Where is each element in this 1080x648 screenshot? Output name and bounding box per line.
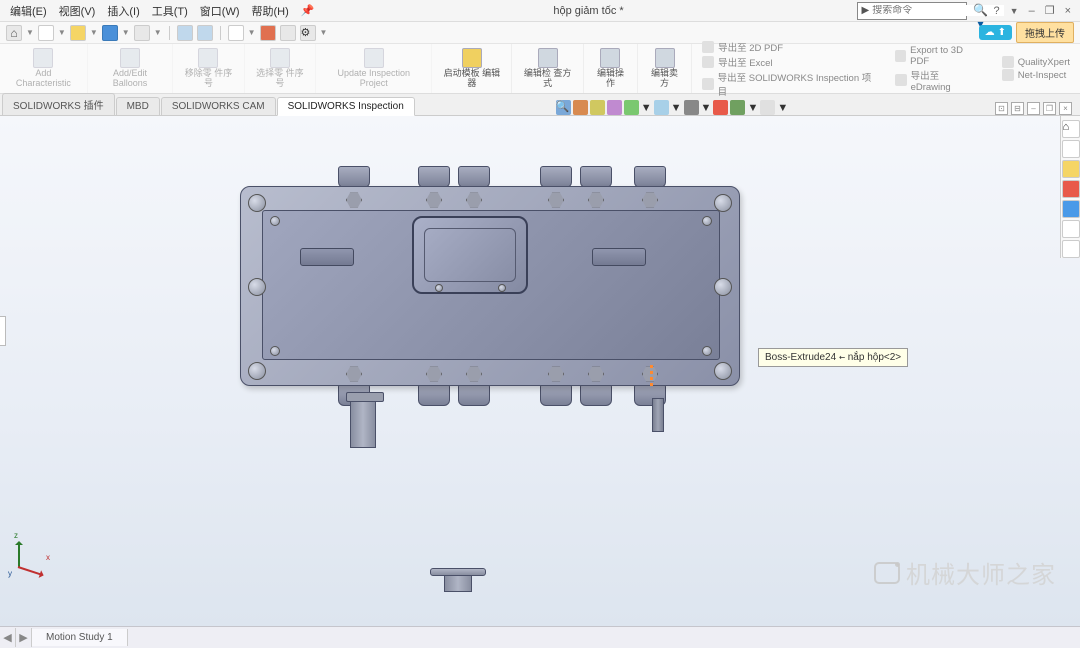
motion-next-icon[interactable]: ▶: [16, 628, 32, 647]
edit-operation-button[interactable]: 编辑操 作: [584, 44, 638, 93]
pane-close-icon[interactable]: ×: [1059, 102, 1072, 115]
section-view-icon[interactable]: [607, 100, 622, 115]
watermark: 机械大师之家: [874, 555, 1056, 590]
taskpane-resources-icon[interactable]: [1062, 140, 1080, 158]
menu-edit[interactable]: 编辑(E): [4, 1, 53, 21]
select-balloon-button: 选择零 件序号: [245, 44, 316, 93]
taskpane-library-icon[interactable]: [1062, 160, 1080, 178]
zoom-area-icon[interactable]: [573, 100, 588, 115]
export-swi: 导出至 SOLIDWORKS Inspection 项目: [702, 70, 875, 98]
menu-view[interactable]: 视图(V): [53, 1, 102, 21]
taskpane-part-icon[interactable]: [1062, 240, 1080, 258]
home-icon[interactable]: [6, 25, 22, 41]
upload-button[interactable]: 拖拽上传: [1016, 22, 1074, 43]
command-search[interactable]: ▶: [857, 2, 967, 20]
search-magnifier-icon[interactable]: 🔍▾: [973, 3, 989, 19]
render-icon[interactable]: [760, 100, 775, 115]
save-icon[interactable]: [102, 25, 118, 41]
axis-y-label: y: [8, 569, 12, 578]
model-gearbox[interactable]: [240, 166, 740, 426]
prev-view-icon[interactable]: [590, 100, 605, 115]
redo-icon[interactable]: [197, 25, 213, 41]
menu-bar: 编辑(E) 视图(V) 插入(I) 工具(T) 窗口(W) 帮助(H) 📌 hộ…: [0, 0, 1080, 22]
cloud-icon: ☁: [985, 27, 995, 38]
taskpane-home-icon[interactable]: ⌂: [1062, 120, 1080, 138]
undo-icon[interactable]: [177, 25, 193, 41]
feature-tree-flyout-handle[interactable]: [0, 316, 6, 346]
window-close[interactable]: ×: [1060, 5, 1076, 17]
export-column-1: 导出至 2D PDF 导出至 Excel 导出至 SOLIDWORKS Insp…: [692, 44, 885, 93]
scene-icon[interactable]: [730, 100, 745, 115]
menu-insert[interactable]: 插入(I): [101, 1, 145, 21]
tooltip-feature: Boss-Extrude24: [765, 352, 836, 363]
tooltip-component: nắp hộp<2>: [848, 352, 901, 363]
rebuild-icon[interactable]: [260, 25, 276, 41]
ribbon: Add Characteristic Add/Edit Balloons 移除零…: [0, 44, 1080, 94]
qualityxpert: QualityXpert: [1002, 56, 1070, 68]
open-icon[interactable]: [70, 25, 86, 41]
menu-help[interactable]: 帮助(H): [246, 1, 295, 21]
display-style-icon[interactable]: [654, 100, 669, 115]
edit-vendor-button[interactable]: 编辑卖 方: [638, 44, 692, 93]
model-small-part[interactable]: [430, 568, 486, 594]
update-inspection-button: Update Inspection Project: [316, 44, 432, 93]
zoom-fit-icon[interactable]: 🔍: [556, 100, 571, 115]
pane-controls: ⊡ ⊟ – ❐ ×: [995, 102, 1080, 115]
quick-toolbar: ▼ ▼ ▼ ▼ ▼ ▼ ⚙▼ ☁⬆ 拖拽上传: [0, 22, 1080, 44]
tab-plugins[interactable]: SOLIDWORKS 插件: [2, 93, 115, 115]
export-2d-pdf: 导出至 2D PDF: [702, 40, 875, 54]
watermark-icon: [874, 562, 900, 584]
menu-pin-icon[interactable]: 📌: [295, 2, 321, 19]
tab-inspection[interactable]: SOLIDWORKS Inspection: [277, 97, 415, 116]
pane-collapse-icon[interactable]: ⊡: [995, 102, 1008, 115]
export-edrawing: 导出至 eDrawing: [895, 68, 982, 93]
print-icon[interactable]: [134, 25, 150, 41]
command-tabs: SOLIDWORKS 插件 MBD SOLIDWORKS CAM SOLIDWO…: [0, 94, 1080, 116]
motion-prev-icon[interactable]: ◀: [0, 628, 16, 647]
export-column-3: QualityXpert Net-Inspect: [992, 44, 1080, 93]
edit-check-button[interactable]: 编辑检 查方式: [512, 44, 583, 93]
axis-x-label: x: [46, 553, 50, 562]
view-heads-up-toolbar: 🔍 ▼ ▼ ▼ ▼ ▼: [556, 100, 788, 115]
graphics-viewport[interactable]: ⌂: [0, 116, 1080, 626]
pane-restore-icon[interactable]: ❐: [1043, 102, 1056, 115]
options-icon[interactable]: [280, 25, 296, 41]
new-icon[interactable]: [38, 25, 54, 41]
add-characteristic-button: Add Characteristic: [0, 44, 88, 93]
window-minimize[interactable]: –: [1024, 5, 1040, 17]
appearance-icon[interactable]: [713, 100, 728, 115]
taskpane-properties-icon[interactable]: [1062, 200, 1080, 218]
taskpane-appearance-icon[interactable]: [1062, 180, 1080, 198]
export-3d-pdf: Export to 3D PDF: [895, 45, 982, 67]
menu-tools[interactable]: 工具(T): [146, 1, 194, 21]
launch-template-button[interactable]: 启动模板 编辑器: [432, 44, 512, 93]
document-title: hộp giảm tốc *: [553, 5, 623, 17]
motion-study-tab[interactable]: Motion Study 1: [32, 629, 128, 646]
task-pane: ⌂: [1060, 116, 1080, 258]
cloud-button[interactable]: ☁⬆: [979, 25, 1012, 40]
export-column-2: Export to 3D PDF 导出至 eDrawing: [885, 44, 992, 93]
view-orient-icon[interactable]: [624, 100, 639, 115]
taskpane-forum-icon[interactable]: [1062, 220, 1080, 238]
hide-show-icon[interactable]: [684, 100, 699, 115]
window-restore[interactable]: ❐: [1040, 4, 1060, 17]
select-icon[interactable]: [228, 25, 244, 41]
tab-mbd[interactable]: MBD: [116, 97, 160, 115]
help-button[interactable]: ?: [989, 5, 1005, 17]
remove-balloon-button: 移除零 件序号: [173, 44, 244, 93]
axis-z-label: z: [14, 531, 18, 540]
search-run-icon: ▶: [862, 5, 870, 16]
feature-tooltip: Boss-Extrude24 ← nắp hộp<2>: [758, 348, 908, 367]
pane-expand-icon[interactable]: ⊟: [1011, 102, 1024, 115]
view-triad[interactable]: z x y: [10, 528, 58, 576]
add-edit-balloons-button: Add/Edit Balloons: [88, 44, 173, 93]
motion-study-bar: ◀ ▶ Motion Study 1: [0, 626, 1080, 648]
export-excel: 导出至 Excel: [702, 55, 875, 69]
tab-cam[interactable]: SOLIDWORKS CAM: [161, 97, 276, 115]
tooltip-arrow-icon: ←: [839, 352, 845, 363]
settings-gear-icon[interactable]: ⚙: [300, 25, 316, 41]
menu-window[interactable]: 窗口(W): [194, 1, 246, 21]
net-inspect: Net-Inspect: [1002, 69, 1070, 81]
pane-minimize-icon[interactable]: –: [1027, 102, 1040, 115]
